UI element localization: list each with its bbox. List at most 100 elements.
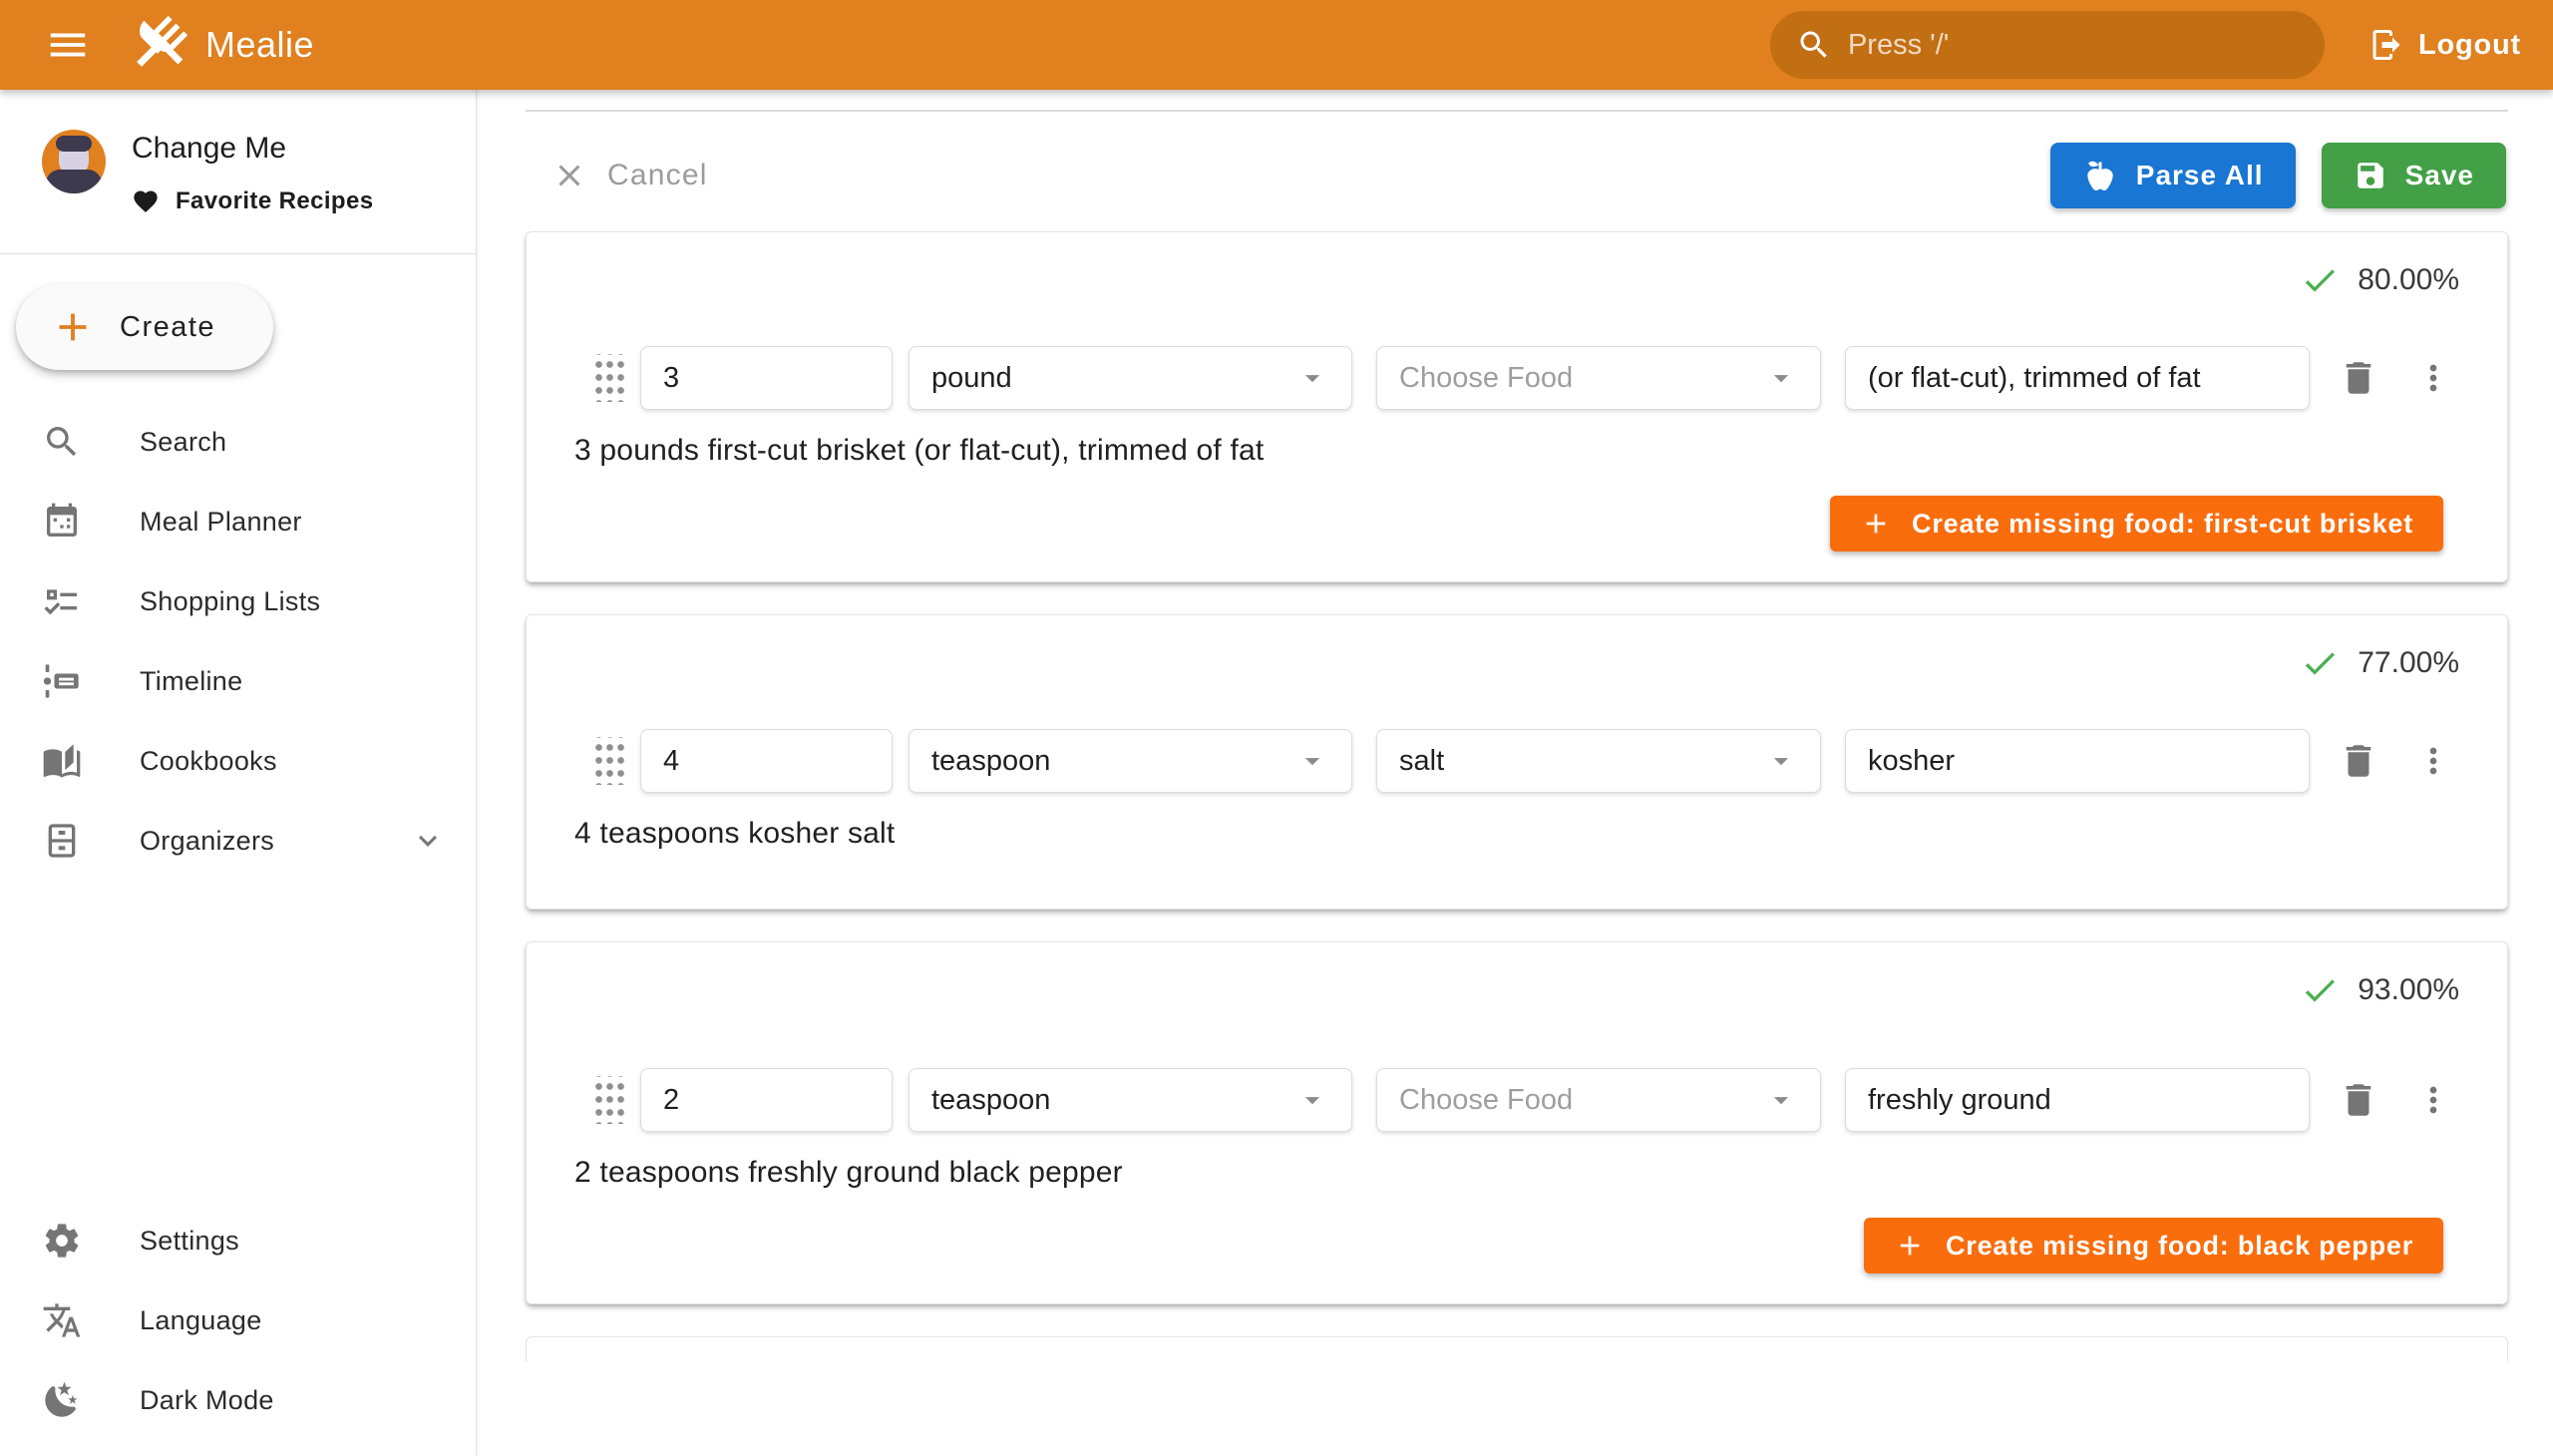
- sidebar-item-label: Search: [140, 427, 226, 458]
- kebab-icon: [2413, 358, 2453, 398]
- note-input[interactable]: [1845, 346, 2310, 410]
- user-name: Change Me: [132, 132, 373, 166]
- note-input[interactable]: [1845, 729, 2310, 793]
- row-actions: [2338, 740, 2459, 782]
- missing-food-row: Create missing food: first-cut brisket: [574, 496, 2459, 551]
- confidence-row: 93.00%: [574, 968, 2459, 1012]
- search-input[interactable]: [1848, 29, 2299, 62]
- note-input[interactable]: [1845, 1068, 2310, 1132]
- sidebar-item-search[interactable]: Search: [0, 402, 476, 482]
- confidence-check-icon: [2300, 970, 2340, 1010]
- hamburger-menu-button[interactable]: [32, 9, 104, 81]
- save-icon: [2354, 159, 2387, 192]
- row-actions: [2338, 357, 2459, 399]
- ingredient-inputs-row: pound Choose Food: [574, 346, 2459, 410]
- content-top-divider: [526, 110, 2508, 112]
- sidebar-item-settings[interactable]: Settings: [0, 1201, 476, 1280]
- sidebar-item-organizers[interactable]: Organizers: [0, 801, 476, 881]
- logout-button[interactable]: Logout: [2369, 27, 2521, 63]
- sidebar-item-label: Organizers: [140, 826, 274, 857]
- confidence-check-icon: [2300, 643, 2340, 683]
- missing-food-row: Create missing food: black pepper: [574, 1218, 2459, 1274]
- ingredient-card: 77.00% teaspoon salt 4 tea: [526, 614, 2508, 910]
- row-menu-button[interactable]: [2413, 1080, 2453, 1120]
- food-select[interactable]: Choose Food: [1376, 1068, 1821, 1132]
- unit-select[interactable]: teaspoon: [909, 1068, 1352, 1132]
- drag-handle[interactable]: [592, 737, 624, 785]
- sidebar: Change Me Favorite Recipes Create Search…: [0, 90, 477, 1456]
- avatar[interactable]: [42, 130, 106, 193]
- original-ingredient-text: 2 teaspoons freshly ground black pepper: [574, 1156, 2459, 1190]
- apple-icon: [2082, 158, 2118, 193]
- create-missing-food-label: Create missing food: first-cut brisket: [1912, 509, 2413, 540]
- chevron-down-icon: [410, 823, 446, 859]
- sidebar-item-meal-planner[interactable]: Meal Planner: [0, 482, 476, 561]
- quantity-input[interactable]: [640, 729, 893, 793]
- sidebar-bottom-nav: Settings Language Dark Mode: [0, 1201, 476, 1456]
- global-search[interactable]: [1770, 11, 2325, 79]
- food-select[interactable]: Choose Food: [1376, 346, 1821, 410]
- ingredient-card: 93.00% teaspoon Choose Food: [526, 941, 2508, 1304]
- user-block: Change Me Favorite Recipes: [0, 90, 476, 215]
- food-placeholder: Choose Food: [1399, 1084, 1764, 1117]
- kebab-icon: [2413, 741, 2453, 781]
- sidebar-item-timeline[interactable]: Timeline: [0, 641, 476, 721]
- ingredient-inputs-row: teaspoon salt: [574, 729, 2459, 793]
- timeline-icon: [42, 661, 82, 701]
- main-content: Cancel Parse All Save 80.00% pound: [478, 90, 2553, 1456]
- food-select[interactable]: salt: [1376, 729, 1821, 793]
- save-label: Save: [2405, 160, 2474, 191]
- quantity-input[interactable]: [640, 346, 893, 410]
- original-ingredient-text: 4 teaspoons kosher salt: [574, 817, 2459, 851]
- unit-select[interactable]: pound: [909, 346, 1352, 410]
- sidebar-item-label: Dark Mode: [140, 1385, 274, 1416]
- confidence-row: 80.00%: [574, 258, 2459, 302]
- logout-label: Logout: [2418, 29, 2521, 62]
- quantity-input[interactable]: [640, 1068, 893, 1132]
- sidebar-item-dark-mode[interactable]: Dark Mode: [0, 1360, 476, 1440]
- calendar-icon: [42, 502, 82, 542]
- plus-icon: [50, 304, 96, 350]
- row-menu-button[interactable]: [2413, 358, 2453, 398]
- plus-icon: [1894, 1230, 1926, 1262]
- row-menu-button[interactable]: [2413, 741, 2453, 781]
- drag-handle[interactable]: [592, 1076, 624, 1124]
- create-button[interactable]: Create: [16, 284, 273, 370]
- sidebar-item-shopping-lists[interactable]: Shopping Lists: [0, 561, 476, 641]
- cancel-button[interactable]: Cancel: [551, 158, 708, 193]
- unit-select[interactable]: teaspoon: [909, 729, 1352, 793]
- favorites-label: Favorite Recipes: [176, 187, 373, 215]
- ingredient-card: 80.00% pound Choose Food 3: [526, 231, 2508, 582]
- delete-ingredient-button[interactable]: [2338, 357, 2379, 399]
- menu-down-icon: [1295, 361, 1329, 395]
- save-button[interactable]: Save: [2322, 143, 2506, 208]
- cancel-label: Cancel: [607, 159, 708, 192]
- hamburger-icon: [45, 22, 91, 68]
- parse-all-button[interactable]: Parse All: [2050, 143, 2296, 208]
- sidebar-item-cookbooks[interactable]: Cookbooks: [0, 721, 476, 801]
- trash-icon: [2338, 1079, 2379, 1121]
- sidebar-item-label: Meal Planner: [140, 507, 302, 538]
- drag-handle[interactable]: [592, 354, 624, 402]
- kebab-icon: [2413, 1080, 2453, 1120]
- app-title: Mealie: [205, 24, 314, 66]
- plus-icon: [1860, 508, 1892, 540]
- favorite-recipes-link[interactable]: Favorite Recipes: [132, 187, 373, 215]
- confidence-value: 80.00%: [2358, 263, 2459, 297]
- sidebar-item-label: Cookbooks: [140, 746, 277, 777]
- heart-icon: [132, 187, 160, 215]
- parse-all-label: Parse All: [2136, 160, 2264, 191]
- confidence-value: 93.00%: [2358, 973, 2459, 1007]
- create-missing-food-button[interactable]: Create missing food: first-cut brisket: [1830, 496, 2443, 551]
- delete-ingredient-button[interactable]: [2338, 1079, 2379, 1121]
- sidebar-nav: Search Meal Planner Shopping Lists Timel…: [0, 402, 476, 881]
- unit-value: pound: [931, 362, 1295, 395]
- ingredient-inputs-row: teaspoon Choose Food: [574, 1068, 2459, 1132]
- food-value: salt: [1399, 745, 1764, 778]
- create-missing-food-button[interactable]: Create missing food: black pepper: [1864, 1218, 2443, 1274]
- confidence-value: 77.00%: [2358, 646, 2459, 680]
- moon-stars-icon: [42, 1380, 82, 1420]
- delete-ingredient-button[interactable]: [2338, 740, 2379, 782]
- sidebar-item-language[interactable]: Language: [0, 1280, 476, 1360]
- magnify-icon: [42, 422, 82, 462]
